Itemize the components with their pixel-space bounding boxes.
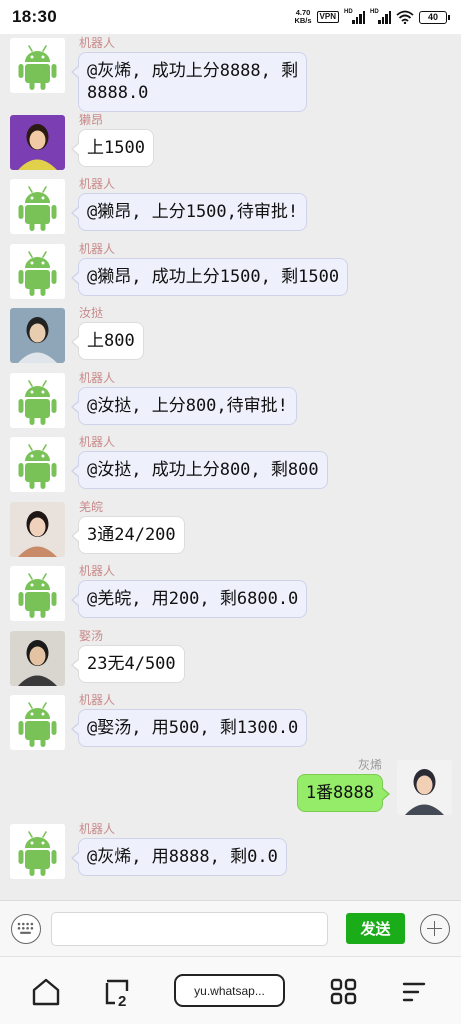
message-bubble[interactable]: @獭昂, 上分1500,待审批! [70, 193, 308, 231]
user-avatar-young-man[interactable] [10, 308, 65, 363]
signal-icon: HD [344, 9, 365, 24]
message-input-bar: 发送 [0, 900, 461, 956]
message-bubble[interactable]: @灰烯, 成功上分8888, 剩 8888.0 [70, 52, 308, 112]
user-avatar-girl-bun[interactable] [10, 502, 65, 557]
user-avatar-girl-braids[interactable] [10, 115, 65, 170]
android-robot-avatar[interactable] [10, 566, 65, 621]
chat-message-list[interactable]: 机器人 @灰烯, 成功上分8888, 剩 8888.0 獭昂上1500 机器人 @獭昂,… [0, 34, 461, 900]
message-input[interactable] [51, 912, 328, 946]
android-robot-avatar[interactable] [10, 437, 65, 492]
message-bubble[interactable]: @汝挞, 成功上分800, 剩800 [71, 451, 328, 489]
android-robot-avatar[interactable] [10, 695, 65, 750]
message-bubble[interactable]: 3通24/200 [71, 516, 185, 554]
android-robot-avatar[interactable] [10, 179, 65, 234]
tabs-icon[interactable]: 2 [103, 977, 133, 1007]
sender-name: 机器人 [79, 822, 116, 836]
network-speed-unit: KB/s [294, 16, 312, 25]
more-options-plus-button[interactable] [420, 914, 450, 944]
keyboard-icon [17, 922, 34, 934]
keyboard-toggle-button[interactable] [11, 914, 41, 944]
browser-nav-bar: 2 yu.whatsap... [0, 956, 461, 1024]
message-bubble[interactable]: @獭昂, 成功上分1500, 剩1500 [70, 258, 349, 296]
vpn-icon: VPN [316, 11, 339, 23]
user-avatar-man-cap[interactable] [10, 631, 65, 686]
network-speed: 4.70 KB/s [294, 9, 311, 25]
address-bar[interactable]: yu.whatsap... [174, 974, 285, 1007]
wifi-icon [396, 10, 414, 24]
status-bar: 18:30 4.70 KB/s VPN HD HD 40 [0, 0, 461, 34]
android-robot-avatar[interactable] [10, 244, 65, 299]
sender-name: 獭昂 [79, 113, 104, 127]
sender-name: 机器人 [79, 36, 116, 50]
sender-name: 机器人 [79, 564, 116, 578]
sender-name: 汝挞 [79, 306, 104, 320]
sender-name: 灰烯 [357, 758, 382, 772]
sender-name: 机器人 [79, 371, 116, 385]
send-button[interactable]: 发送 [346, 913, 405, 944]
message-bubble[interactable]: @灰烯, 用8888, 剩0.0 [71, 838, 287, 876]
android-robot-avatar[interactable] [10, 824, 65, 879]
user-avatar-self[interactable] [397, 760, 452, 815]
message-bubble[interactable]: @羌皖, 用200, 剩6800.0 [70, 580, 308, 618]
message-bubble[interactable]: 1番8888 [296, 774, 391, 812]
status-time: 18:30 [12, 7, 57, 26]
sender-name: 机器人 [79, 177, 116, 191]
message-bubble[interactable]: 上1500 [71, 129, 154, 167]
android-robot-avatar[interactable] [10, 373, 65, 428]
message-bubble[interactable]: @汝挞, 上分800,待审批! [71, 387, 297, 425]
signal-icon-2: HD [370, 9, 391, 24]
home-icon[interactable] [31, 977, 61, 1007]
sender-name: 羌皖 [79, 500, 104, 514]
status-icons: 4.70 KB/s VPN HD HD 40 [294, 9, 450, 25]
sender-name: 娶汤 [79, 629, 104, 643]
sender-name: 机器人 [79, 435, 116, 449]
apps-grid-icon[interactable] [329, 977, 359, 1007]
message-bubble[interactable]: 23无4/500 [71, 645, 185, 683]
menu-icon[interactable] [401, 977, 431, 1007]
message-bubble[interactable]: 上800 [71, 322, 144, 360]
message-bubble[interactable]: @娶汤, 用500, 剩1300.0 [70, 709, 308, 747]
tab-count: 2 [118, 993, 126, 1007]
battery-icon: 40 [419, 10, 450, 24]
android-robot-avatar[interactable] [10, 38, 65, 93]
sender-name: 机器人 [79, 693, 116, 707]
sender-name: 机器人 [79, 242, 116, 256]
address-bar-url: yu.whatsap... [194, 983, 265, 998]
